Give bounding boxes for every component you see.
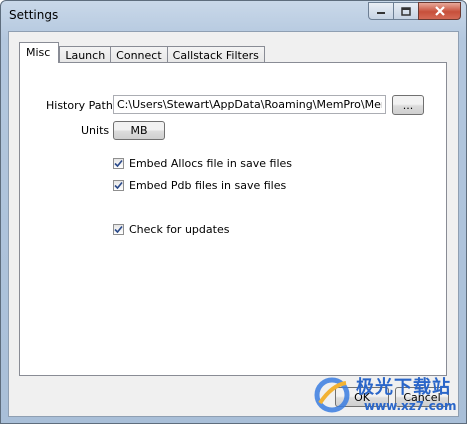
checkbox-label: Embed Allocs file in save files: [129, 157, 293, 170]
watermark-title: 极光下载站: [356, 377, 451, 398]
checkmark-icon: [114, 159, 123, 168]
checkbox-box: [113, 224, 124, 235]
watermark: 极光下载站 www.xz7.com: [306, 369, 466, 425]
maximize-icon: [401, 6, 411, 16]
checkbox-label: Check for updates: [129, 223, 230, 236]
history-path-label: History Path: [46, 99, 113, 112]
checkmark-icon: [114, 225, 123, 234]
minimize-button[interactable]: [368, 2, 394, 20]
embed-allocs-checkbox[interactable]: Embed Allocs file in save files: [113, 157, 292, 170]
caption-buttons: [368, 2, 461, 20]
tab-misc[interactable]: Misc: [19, 42, 60, 63]
close-button[interactable]: [418, 2, 461, 20]
tab-callstack-filters[interactable]: Callstack Filters: [166, 46, 265, 63]
check-for-updates-checkbox[interactable]: Check for updates: [113, 223, 229, 236]
minimize-icon: [377, 12, 385, 14]
watermark-url: www.xz7.com: [364, 399, 457, 413]
tab-strip: Misc Launch Connect Callstack Filters: [19, 42, 265, 63]
dialog-client-area: Misc Launch Connect Callstack Filters Hi…: [8, 31, 459, 417]
checkbox-box: [113, 158, 124, 169]
tab-launch[interactable]: Launch: [59, 46, 112, 63]
units-label: Units: [81, 124, 110, 137]
watermark-logo-icon: [314, 377, 350, 413]
maximize-button[interactable]: [393, 2, 419, 20]
embed-pdb-checkbox[interactable]: Embed Pdb files in save files: [113, 179, 286, 192]
browse-button[interactable]: ...: [392, 95, 424, 115]
checkbox-label: Embed Pdb files in save files: [129, 179, 287, 192]
checkmark-icon: [114, 181, 123, 190]
close-icon: [434, 6, 445, 16]
checkbox-box: [113, 180, 124, 191]
tab-connect[interactable]: Connect: [110, 46, 168, 63]
units-button[interactable]: MB: [113, 121, 165, 140]
title-bar[interactable]: Settings: [1, 1, 466, 31]
history-path-input[interactable]: [113, 95, 386, 114]
window-title: Settings: [9, 8, 59, 22]
misc-tab-panel: History Path ... Units MB Embed Allocs f…: [19, 62, 447, 376]
settings-window: Settings Misc Launch Connect Callstack F…: [0, 0, 467, 424]
